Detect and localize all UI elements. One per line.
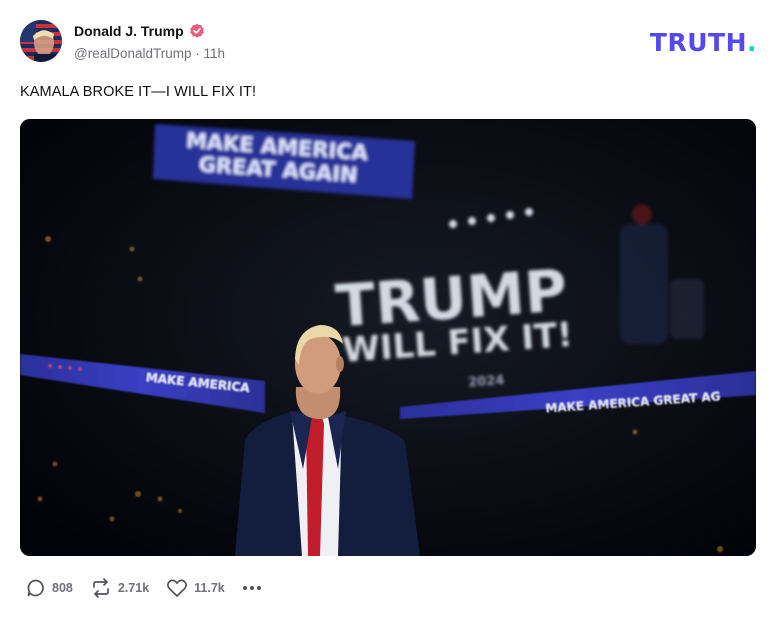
author-meta: @realDonaldTrump · 11h — [74, 46, 225, 61]
heart-icon — [166, 578, 188, 598]
author-name-row: Donald J. Trump — [74, 23, 205, 39]
avatar[interactable] — [20, 20, 62, 62]
post-image[interactable]: MAKE AMERICA GREAT AGAIN TRUMP WILL FIX … — [20, 119, 756, 556]
author-name[interactable]: Donald J. Trump — [74, 23, 184, 39]
more-dot — [242, 586, 247, 590]
more-dot — [256, 586, 261, 590]
like-button[interactable]: 11.7k — [166, 578, 225, 598]
reply-count: 808 — [52, 581, 73, 595]
repost-count: 2.71k — [117, 581, 150, 595]
brand-dot: . — [747, 28, 757, 57]
truth-logo[interactable]: TRUTH. — [650, 28, 757, 57]
post-header: Donald J. Trump @realDonaldTrump · 11h T… — [20, 20, 757, 66]
post-time[interactable]: 11h — [204, 46, 226, 61]
more-dot — [249, 586, 254, 590]
repost-icon — [90, 578, 112, 598]
meta-separator: · — [195, 46, 200, 61]
like-count: 11.7k — [194, 581, 225, 595]
screen-year: 2024 — [468, 373, 505, 390]
post-actions: 808 2.71k 11.7k — [26, 576, 261, 600]
reply-icon — [26, 578, 46, 598]
post-text: KAMALA BROKE IT—I WILL FIX IT! — [20, 84, 257, 100]
repost-button[interactable]: 2.71k — [90, 578, 149, 598]
verified-badge-icon — [189, 23, 205, 39]
author-handle[interactable]: @realDonaldTrump — [74, 46, 192, 61]
brand-text: TRUTH — [649, 28, 747, 57]
more-icon[interactable] — [242, 586, 261, 590]
reply-button[interactable]: 808 — [26, 578, 73, 598]
